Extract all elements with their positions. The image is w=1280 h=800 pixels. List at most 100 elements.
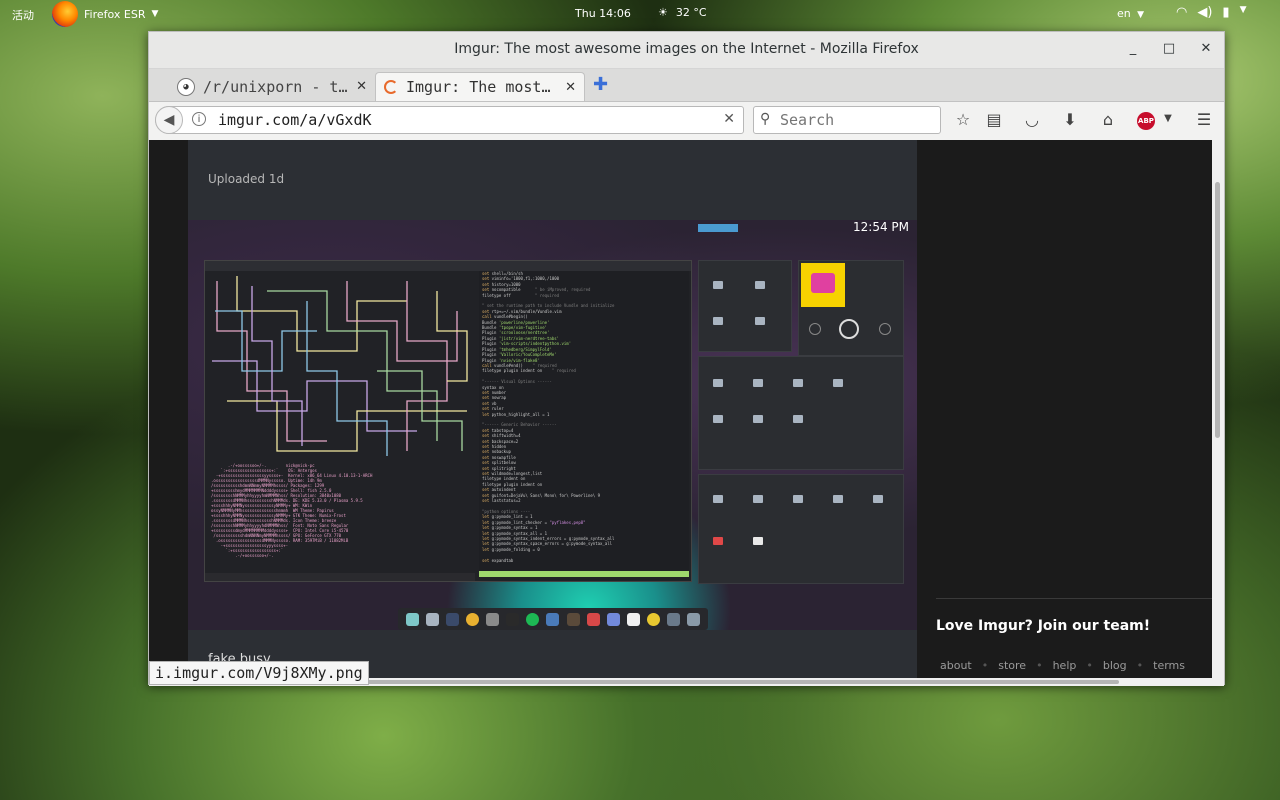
footer-link-about[interactable]: about <box>940 659 972 672</box>
pipes-visual <box>212 276 468 456</box>
minimize-button[interactable]: _ <box>1124 41 1142 56</box>
terminal-titlebar <box>205 261 691 271</box>
close-tab-icon[interactable]: ✕ <box>565 80 576 95</box>
home-icon[interactable]: ⌂ <box>1097 110 1119 129</box>
page-content: Uploaded 1d 12:54 PM .-/+oossssoo+/-. ni… <box>149 140 1224 686</box>
url-text[interactable]: imgur.com/a/vGxdK <box>218 111 372 129</box>
chevron-down-icon[interactable]: ▼ <box>1157 113 1179 124</box>
tmux-statusbar <box>205 573 475 581</box>
language-indicator[interactable]: en ▼ <box>1117 7 1144 20</box>
next-track-icon <box>879 323 891 335</box>
desktop-folder-panel <box>698 260 792 352</box>
app-menu[interactable]: Firefox ESR ▼ <box>52 0 158 28</box>
dock-app-icon <box>506 612 520 626</box>
clear-url-icon[interactable]: ✕ <box>723 111 735 127</box>
hamburger-menu-icon[interactable]: ☰ <box>1193 110 1215 129</box>
close-tab-icon[interactable]: ✕ <box>356 79 367 94</box>
title-bar[interactable]: Imgur: The most awesome images on the In… <box>149 32 1224 69</box>
folder-icon <box>873 495 883 503</box>
terminal-window: .-/+oossssoo+/-. nick@nick-pc `:+sssssss… <box>204 260 692 582</box>
folder-icon <box>793 379 803 387</box>
dock-app-icon <box>405 612 419 626</box>
firefox-window: Imgur: The most awesome images on the In… <box>148 31 1225 686</box>
folder-icon <box>713 281 723 289</box>
folder-icon <box>753 379 763 387</box>
temperature: 32 °C <box>675 6 707 19</box>
folder-icon <box>713 495 723 503</box>
footer-links: about • store • help • blog • terms <box>940 659 1185 672</box>
reading-list-icon[interactable]: ▤ <box>983 110 1005 129</box>
language-label: en <box>1117 7 1131 20</box>
pocket-icon[interactable]: ◡ <box>1021 110 1043 129</box>
back-button[interactable]: ◀ <box>155 106 183 134</box>
window-title: Imgur: The most awesome images on the In… <box>454 41 919 57</box>
dock-app-icon <box>546 612 560 626</box>
scrollbar-thumb[interactable] <box>1215 182 1220 438</box>
wifi-icon: ◠ <box>1176 5 1188 20</box>
volume-icon: ◀) <box>1197 5 1213 20</box>
clock[interactable]: Thu 14:06 <box>575 7 631 20</box>
folder-icon <box>755 281 765 289</box>
bookmark-star-icon[interactable]: ☆ <box>952 110 974 129</box>
download-icon[interactable]: ⬇ <box>1059 110 1081 129</box>
separator-dot: • <box>1136 659 1144 672</box>
arrow-left-icon: ◀ <box>163 112 175 128</box>
post-image[interactable]: 12:54 PM .-/+oossssoo+/-. nick@nick-pc `… <box>188 220 917 630</box>
upload-time: Uploaded 1d <box>208 172 285 186</box>
dock-app-icon <box>667 612 681 626</box>
scrollbar-thumb[interactable] <box>359 680 1119 684</box>
footer-link-store[interactable]: store <box>998 659 1026 672</box>
screenshot-dock <box>398 608 708 630</box>
dock-app-icon <box>586 612 600 626</box>
activities-button[interactable]: 活动 <box>12 7 34 23</box>
system-tray[interactable]: ◠ ◀) ▮ ▼ <box>1176 5 1247 20</box>
post-container: Uploaded 1d 12:54 PM .-/+oossssoo+/-. ni… <box>188 140 917 686</box>
pause-icon <box>839 319 859 339</box>
album-art-face <box>811 273 835 293</box>
maximize-button[interactable]: □ <box>1160 41 1178 56</box>
chevron-down-icon: ▼ <box>1239 5 1247 15</box>
promo-title[interactable]: Love Imgur? Join our team! <box>936 618 1150 634</box>
search-bar[interactable]: ⚲ <box>753 106 941 134</box>
tab-label: Imgur: The most… <box>406 78 551 96</box>
dock-app-icon <box>425 612 439 626</box>
url-bar[interactable]: ◀ i imgur.com/a/vGxdK ✕ <box>155 106 744 134</box>
footer-link-blog[interactable]: blog <box>1103 659 1127 672</box>
search-input[interactable] <box>778 110 937 130</box>
close-window-button[interactable]: ✕ <box>1197 41 1215 56</box>
album-art <box>801 263 845 307</box>
tab-imgur[interactable]: Imgur: The most… ✕ <box>375 72 585 101</box>
sun-icon: ☀ <box>658 6 668 19</box>
vertical-scrollbar[interactable] <box>1212 140 1224 686</box>
new-tab-button[interactable]: ✚ <box>593 74 608 95</box>
firefox-logo-icon <box>52 1 78 27</box>
weather-indicator[interactable]: ☀ 32 °C <box>658 6 707 19</box>
top-panel: 活动 Firefox ESR ▼ Thu 14:06 ☀ 32 °C en ▼ … <box>0 0 1280 28</box>
music-player-widget <box>798 260 904 356</box>
footer-link-help[interactable]: help <box>1053 659 1077 672</box>
folder-icon <box>833 379 843 387</box>
dock-app-icon <box>626 612 640 626</box>
footer-link-terms[interactable]: terms <box>1153 659 1185 672</box>
text-file-icon <box>753 537 763 545</box>
dock-app-icon <box>445 612 459 626</box>
screenshot-clock: 12:54 PM <box>853 220 909 234</box>
battery-icon: ▮ <box>1222 5 1230 20</box>
neofetch-output: .-/+oossssoo+/-. nick@nick-pc `:+sssssss… <box>211 463 373 558</box>
nav-bar: ◀ i imgur.com/a/vGxdK ✕ ⚲ ☆ ▤ ◡ ⬇ ⌂ ABP … <box>149 102 1224 141</box>
search-icon: ⚲ <box>760 111 771 127</box>
separator-dot: • <box>1086 659 1093 672</box>
dock-app-icon <box>486 612 500 626</box>
tab-bar: ◕ /r/unixporn - t… ✕ Imgur: The most… ✕ … <box>149 69 1224 102</box>
chevron-down-icon: ▼ <box>151 9 159 19</box>
folder-icon <box>833 495 843 503</box>
info-icon[interactable]: i <box>192 112 206 126</box>
adblock-icon[interactable]: ABP <box>1137 112 1155 130</box>
dock-app-icon <box>566 612 580 626</box>
tab-unixporn[interactable]: ◕ /r/unixporn - t… ✕ <box>169 72 375 101</box>
vim-statusline <box>479 571 689 577</box>
dock-app-icon <box>647 612 661 626</box>
documents-folder-panel <box>698 474 904 584</box>
tab-label: /r/unixporn - t… <box>203 77 348 96</box>
folder-icon <box>753 495 763 503</box>
